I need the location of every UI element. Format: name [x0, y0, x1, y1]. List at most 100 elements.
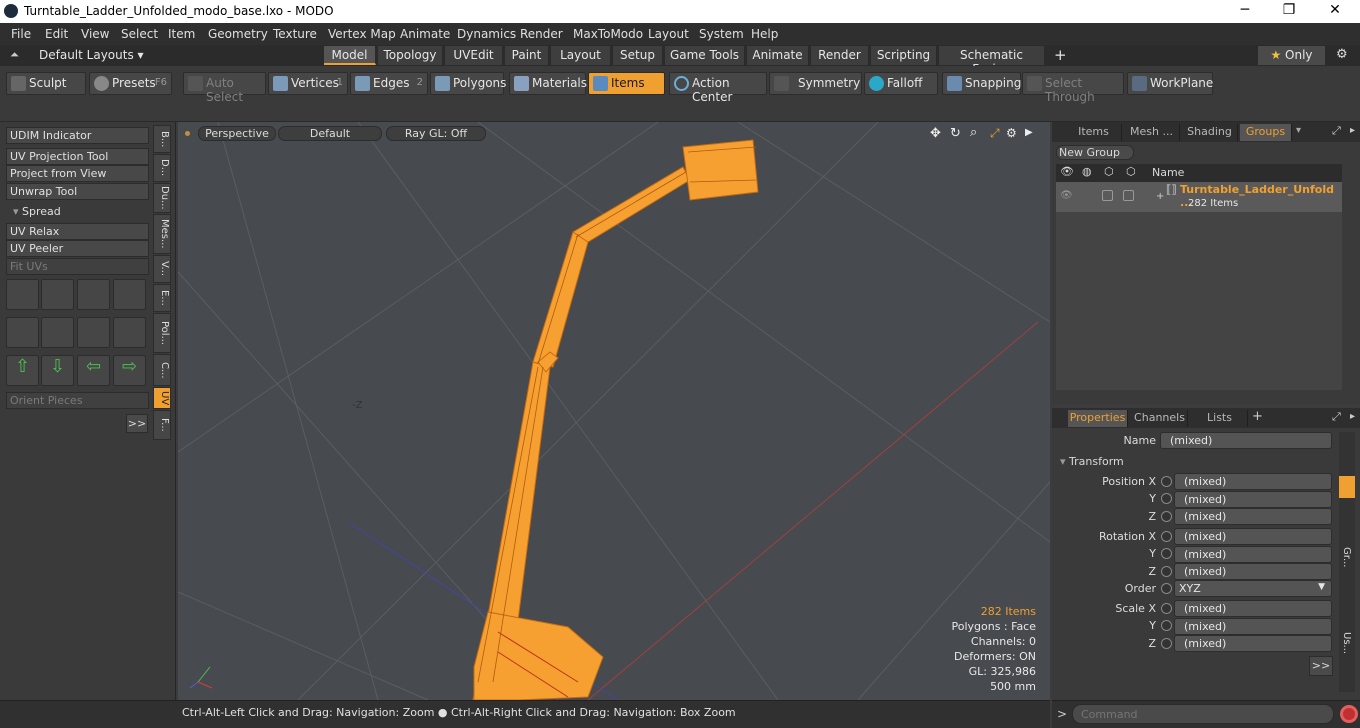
scale-y-key-icon[interactable] [1161, 620, 1172, 631]
viewport-expand-icon[interactable]: ▶ [1025, 127, 1033, 138]
uv-scale-icon[interactable] [77, 279, 110, 310]
menu-geometry[interactable]: Geometry [208, 27, 268, 41]
select-through-button[interactable]: Select Through [1022, 72, 1124, 104]
uv-relax-button[interactable]: UV Relax [6, 223, 149, 240]
layout-selector[interactable]: Default Layouts ▾ [39, 48, 144, 62]
vertices-button[interactable]: Vertices 1 [268, 72, 348, 95]
rotate-view-icon[interactable]: ↻ [950, 126, 961, 141]
gear-icon[interactable]: ⚙ [1336, 47, 1348, 62]
tab-shading[interactable]: Shading [1182, 124, 1238, 141]
uv-grid-icon[interactable] [41, 317, 74, 348]
side-tab-us[interactable]: Us... [1341, 632, 1352, 654]
add-tab-icon[interactable]: + [1054, 46, 1067, 64]
scale-y-field[interactable]: (mixed) [1174, 618, 1332, 635]
minimize-icon[interactable]: ─ [1230, 2, 1260, 18]
uv-sphere-icon[interactable] [6, 317, 39, 348]
more-button[interactable]: >> [126, 414, 148, 433]
tab-topology[interactable]: Topology [378, 46, 443, 65]
viewport-menu-dot[interactable] [185, 131, 190, 136]
groups-dropdown-icon[interactable]: ▾ [1296, 125, 1301, 136]
items-button[interactable]: Items [588, 72, 665, 95]
vtab-d[interactable]: D... [153, 154, 171, 182]
fit-uvs-button[interactable]: Fit UVs [6, 258, 149, 275]
menu-system[interactable]: System [699, 27, 744, 41]
only-toggle[interactable]: ★ Only [1258, 46, 1326, 65]
vtab-du[interactable]: Du... [153, 183, 171, 213]
row-select-checkbox[interactable] [1123, 190, 1134, 201]
rotation-x-field[interactable]: (mixed) [1174, 528, 1332, 545]
row-visibility-icon[interactable]: 👁 [1060, 190, 1073, 201]
tab-properties[interactable]: Properties [1068, 410, 1128, 427]
position-x-key-icon[interactable] [1161, 476, 1172, 487]
command-input[interactable] [1072, 704, 1334, 724]
scale-x-field[interactable]: (mixed) [1174, 600, 1332, 617]
vtab-c[interactable]: C... [153, 354, 171, 386]
row-lock-checkbox[interactable] [1102, 190, 1113, 201]
menu-texture[interactable]: Texture [273, 27, 317, 41]
view-type-selector[interactable]: Perspective [198, 126, 276, 141]
action-center-button[interactable]: Action Center [669, 72, 767, 104]
transform-section[interactable]: ▾ Transform [1060, 455, 1124, 468]
tab-game-tools[interactable]: Game Tools [665, 46, 745, 65]
menu-edit[interactable]: Edit [45, 27, 68, 41]
uv-box-icon[interactable] [113, 279, 146, 310]
rotation-z-key-icon[interactable] [1161, 566, 1172, 577]
menu-file[interactable]: File [11, 27, 31, 41]
move-view-icon[interactable]: ✥ [930, 126, 941, 141]
select-icon[interactable]: ⬡ [1126, 165, 1136, 178]
vtab-v[interactable]: V... [153, 255, 171, 283]
close-icon[interactable]: ✕ [1320, 2, 1350, 18]
vtab-e[interactable]: E... [153, 284, 171, 312]
tab-layout[interactable]: Layout [551, 46, 611, 65]
panel-menu-icon[interactable]: ▸ [1350, 125, 1355, 136]
menu-help[interactable]: Help [751, 27, 778, 41]
collapse-icon[interactable]: ⏶ [10, 48, 19, 62]
menu-item[interactable]: Item [168, 27, 195, 41]
align-right-icon[interactable]: ⇨ [113, 355, 146, 386]
align-bottom-icon[interactable]: ⇩ [41, 355, 74, 386]
polygons-button[interactable]: Polygons [430, 72, 506, 95]
tab-channels[interactable]: Channels [1132, 410, 1188, 427]
order-key-icon[interactable] [1161, 583, 1172, 594]
tab-scripting[interactable]: Scripting [871, 46, 937, 65]
properties-menu-icon[interactable]: ▸ [1350, 411, 1355, 422]
position-x-field[interactable]: (mixed) [1174, 473, 1332, 490]
vtab-uv[interactable]: UV [153, 387, 171, 409]
order-select[interactable]: XYZ ▼ [1174, 580, 1332, 597]
position-y-key-icon[interactable] [1161, 493, 1172, 504]
maximize-icon[interactable]: ❐ [1274, 2, 1304, 18]
edges-button[interactable]: Edges 2 [350, 72, 428, 95]
auto-select-button[interactable]: Auto Select [183, 72, 266, 104]
menu-vertex-map[interactable]: Vertex Map [328, 27, 396, 41]
tab-items[interactable]: Items [1066, 124, 1122, 141]
lock-icon[interactable]: ⬡ [1104, 165, 1114, 178]
symmetry-button[interactable]: Symmetry [769, 72, 862, 95]
menu-render[interactable]: Render [520, 27, 563, 41]
vtab-f[interactable]: F... [153, 410, 171, 440]
scale-x-key-icon[interactable] [1161, 603, 1172, 614]
vtab-b[interactable]: B... [153, 125, 171, 153]
sculpt-button[interactable]: Sculpt [6, 72, 86, 95]
panel-expand-icon[interactable]: ⤢ [1332, 124, 1341, 138]
spread-section[interactable]: ▾ Spread [6, 203, 149, 220]
position-y-field[interactable]: (mixed) [1174, 491, 1332, 508]
align-top-icon[interactable]: ⇧ [6, 355, 39, 386]
tab-paint[interactable]: Paint [505, 46, 549, 65]
falloff-button[interactable]: Falloff [864, 72, 938, 95]
tab-setup[interactable]: Setup [613, 46, 663, 65]
uv-trapezoid-icon[interactable] [77, 317, 110, 348]
3d-viewport[interactable]: Perspective Default Ray GL: Off -Z ✥ ↻ ⌕… [178, 122, 1050, 700]
render-icon[interactable]: ◍ [1082, 165, 1092, 178]
orient-pieces-button[interactable]: Orient Pieces [6, 392, 149, 409]
uv-transform-icon[interactable] [6, 279, 39, 310]
tab-groups[interactable]: Groups [1240, 124, 1292, 141]
workplane-button[interactable]: WorkPlane [1127, 72, 1213, 95]
project-from-view-button[interactable]: Project from View [6, 165, 149, 182]
rotation-y-field[interactable]: (mixed) [1174, 546, 1332, 563]
zoom-view-icon[interactable]: ⌕ [970, 125, 977, 140]
materials-button[interactable]: Materials [509, 72, 587, 95]
tab-animate[interactable]: Animate [747, 46, 809, 65]
visibility-icon[interactable]: 👁 [1060, 165, 1074, 178]
tab-uvedit[interactable]: UVEdit [445, 46, 503, 65]
uv-projection-tool-button[interactable]: UV Projection Tool [6, 148, 149, 165]
